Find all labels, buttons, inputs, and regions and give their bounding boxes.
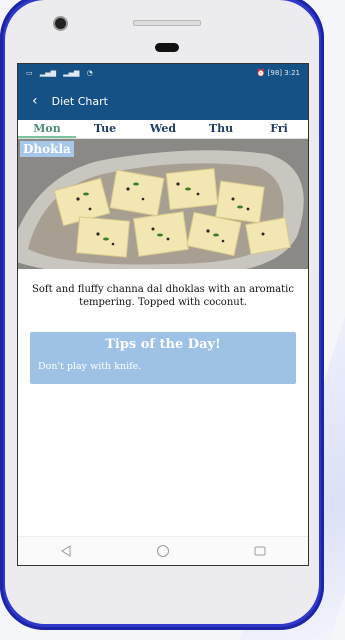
earpiece-speaker <box>133 20 201 26</box>
status-right: ⏰ [98] 3:21 <box>257 69 300 77</box>
nav-home-icon[interactable] <box>143 541 183 561</box>
food-image: Dhokla <box>18 139 308 269</box>
tab-mon[interactable]: Mon <box>18 120 76 138</box>
tab-fri[interactable]: Fri <box>250 120 308 138</box>
sim-icon: ▭ <box>26 69 33 77</box>
app-screen: ▭ ▂▄▆ ▂▄▆ ◔ ⏰ [98] 3:21 ‹ Diet Chart Mon… <box>17 63 309 566</box>
wifi-icon: ◔ <box>86 69 93 77</box>
food-title: Dhokla <box>20 141 74 157</box>
status-time: 3:21 <box>284 69 300 77</box>
dhokla-plate-image <box>18 139 308 269</box>
tab-tue[interactable]: Tue <box>76 120 134 138</box>
battery-icon: [98] <box>267 69 283 77</box>
signal-icon: ▂▄▆ <box>63 69 80 77</box>
nav-back-icon[interactable] <box>46 541 86 561</box>
tips-card: Tips of the Day! Don't play with knife. <box>30 332 296 384</box>
status-bar: ▭ ▂▄▆ ▂▄▆ ◔ ⏰ [98] 3:21 <box>18 64 308 82</box>
system-nav-bar <box>18 536 308 565</box>
front-camera <box>55 18 66 29</box>
tab-wed[interactable]: Wed <box>134 120 192 138</box>
alarm-icon: ⏰ <box>256 69 266 77</box>
back-arrow-icon[interactable]: ‹ <box>32 94 38 108</box>
signal-icon: ▂▄▆ <box>39 69 57 77</box>
status-left: ▭ ▂▄▆ ▂▄▆ ◔ <box>26 69 98 77</box>
tips-title: Tips of the Day! <box>105 337 221 352</box>
app-title: Diet Chart <box>51 94 108 108</box>
nav-recents-icon[interactable] <box>240 541 280 561</box>
meal-description: Soft and fluffy channa dal dhoklas with … <box>32 284 294 308</box>
tab-thu[interactable]: Thu <box>192 120 250 138</box>
tips-text: Don't play with knife. <box>38 361 142 372</box>
app-bar: ‹ Diet Chart <box>18 82 308 120</box>
day-tabs: Mon Tue Wed Thu Fri <box>18 120 308 139</box>
proximity-sensor <box>155 43 179 52</box>
